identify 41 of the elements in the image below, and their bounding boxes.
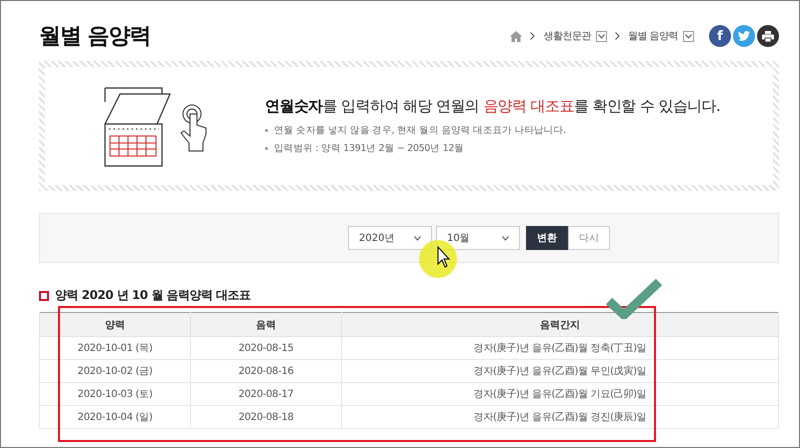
section-title: 양력 2020 년 10 월 음력양력 대조표 xyxy=(55,287,251,304)
month-select[interactable]: 10월 xyxy=(436,226,520,250)
dropdown-icon[interactable] xyxy=(596,30,607,42)
table-cell: 2020-10-04 (일) xyxy=(40,406,190,428)
bird-icon xyxy=(738,31,750,41)
caret-icon xyxy=(598,34,605,38)
checkmark-icon xyxy=(606,279,662,319)
caret-icon xyxy=(414,236,421,240)
table-cell: 경자(庚子)년 을유(乙酉)월 무인(戊寅)일 xyxy=(342,360,778,382)
square-icon xyxy=(39,290,49,300)
printer-icon xyxy=(762,30,774,42)
chevron-icon xyxy=(614,32,620,40)
table-cell: 2020-08-18 xyxy=(190,406,342,428)
table-cell: 2020-10-02 (금) xyxy=(40,360,190,382)
table-cell: 2020-08-16 xyxy=(190,360,342,382)
breadcrumb-link[interactable]: 월별 음양력 xyxy=(628,29,678,43)
table-cell: 2020-10-01 (목) xyxy=(40,336,190,360)
reset-button[interactable]: 다시 xyxy=(568,226,610,250)
table-cell: 경자(庚子)년 을유(乙酉)월 정축(丁丑)일 xyxy=(342,336,778,360)
home-icon[interactable] xyxy=(510,30,522,42)
intro-headline: 연월숫자를 입력하여 해당 연월의 음양력 대조표를 확인할 수 있습니다. xyxy=(265,97,720,116)
table-cell: 2020-08-15 xyxy=(190,336,342,360)
column-header: 음력 xyxy=(190,312,342,336)
column-header: 양력 xyxy=(40,312,190,336)
chevron-icon xyxy=(530,32,536,40)
table-cell: 경자(庚子)년 을유(乙酉)월 기묘(己卯)일 xyxy=(342,382,778,406)
convert-button[interactable]: 변환 xyxy=(526,226,568,250)
table-cell: 경자(庚子)년 을유(乙酉)월 경진(庚辰)일 xyxy=(342,406,778,428)
print-button[interactable] xyxy=(757,25,779,47)
year-select[interactable]: 2020년 xyxy=(348,226,432,250)
page-title: 월별 음양력 xyxy=(39,23,151,51)
facebook-button[interactable]: f xyxy=(709,25,731,47)
note-text: 입력범위 : 양력 1391년 2월 ~ 2050년 12월 xyxy=(265,142,720,155)
table-cell: 2020-08-17 xyxy=(190,382,342,406)
caret-icon xyxy=(685,34,692,38)
note-text: 연월 숫자를 넣지 않을 경우, 현재 월의 음양력 대조표가 나타납니다. xyxy=(265,124,720,137)
column-header: 음력간지 xyxy=(342,312,778,336)
breadcrumb-link[interactable]: 생활천문관 xyxy=(543,29,591,43)
table-cell: 2020-10-03 (토) xyxy=(40,382,190,406)
dropdown-icon[interactable] xyxy=(683,30,694,42)
caret-icon xyxy=(502,236,509,240)
